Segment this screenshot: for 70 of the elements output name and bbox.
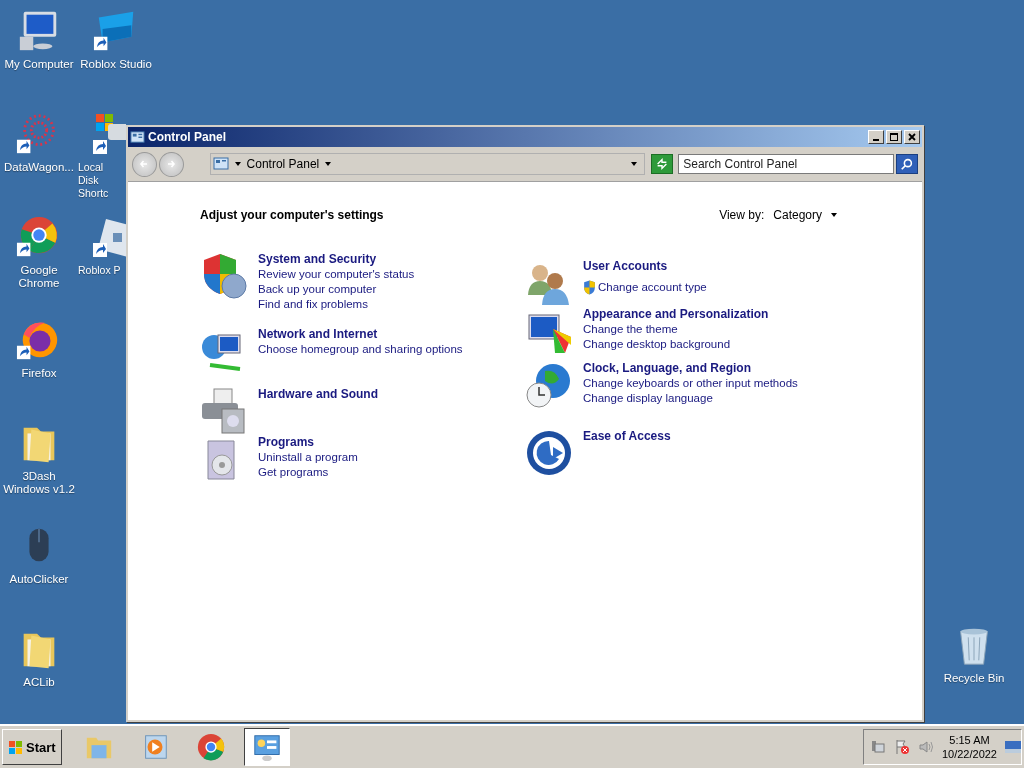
task-link[interactable]: Review your computer's status xyxy=(258,267,415,282)
task-link[interactable]: Find and fix problems xyxy=(258,297,368,312)
category-link[interactable]: Clock, Language, and Region xyxy=(583,361,798,376)
desktop-icon-label: Roblox Studio xyxy=(80,58,152,71)
search-button[interactable] xyxy=(896,154,918,174)
search-icon xyxy=(900,157,915,171)
caret-icon[interactable] xyxy=(233,160,242,168)
page-heading: Adjust your computer's settings xyxy=(200,208,384,222)
category-link[interactable]: Hardware and Sound xyxy=(258,387,379,402)
desktop-icon-label: Roblox P xyxy=(78,264,121,277)
globe-clock-icon[interactable] xyxy=(525,361,573,409)
search-field[interactable]: Search Control Panel xyxy=(678,154,895,174)
category-link[interactable]: Ease of Access xyxy=(583,429,671,444)
breadcrumb[interactable]: Control Panel xyxy=(246,157,320,171)
minimize-icon xyxy=(873,139,879,141)
task-link[interactable]: Change account type xyxy=(583,280,707,295)
back-button[interactable] xyxy=(132,151,157,177)
refresh-button[interactable] xyxy=(651,154,674,174)
task-link[interactable]: Change keyboards or other input methods xyxy=(583,376,798,391)
maximize-button[interactable] xyxy=(886,130,902,144)
address-bar[interactable]: Control Panel xyxy=(209,153,646,175)
task-link[interactable]: Uninstall a program xyxy=(258,450,358,465)
refresh-icon xyxy=(655,157,670,171)
printer-icon[interactable] xyxy=(200,387,248,435)
caret-icon xyxy=(830,211,838,219)
desktop-icon-label: My Computer xyxy=(4,58,74,71)
start-button[interactable]: Start xyxy=(2,729,62,765)
flag-icon[interactable] xyxy=(893,739,910,755)
maximize-icon xyxy=(889,132,899,142)
desktop-icon-label: DataWagon... xyxy=(4,161,74,174)
close-icon xyxy=(907,132,917,142)
desktop-icon-label: Recycle Bin xyxy=(943,672,1005,685)
desktop-icon-label: AutoClicker xyxy=(9,573,69,586)
clock-time[interactable]: 5:15 AM xyxy=(949,733,990,747)
desktop-icon-label: 3Dash Windows v1.2 xyxy=(2,470,76,496)
control-panel-icon xyxy=(130,129,145,145)
window-title: Control Panel xyxy=(148,130,226,144)
caret-icon[interactable] xyxy=(324,160,333,168)
network-icon[interactable] xyxy=(869,739,886,755)
category-link[interactable]: User Accounts xyxy=(583,259,707,274)
chrome-logo-icon xyxy=(195,732,226,762)
taskbar-button[interactable] xyxy=(243,728,290,766)
task-link[interactable]: Change desktop background xyxy=(583,337,731,352)
desktop-icon-label: ACLib xyxy=(23,676,55,689)
category-link[interactable]: Programs xyxy=(258,435,358,450)
clock-date[interactable]: 10/22/2022 xyxy=(941,747,997,761)
task-link[interactable]: Choose homegroup and sharing options xyxy=(258,342,463,357)
category-link[interactable]: Network and Internet xyxy=(258,327,463,342)
desktop-icon-label: Firefox xyxy=(21,367,57,380)
ease-of-access-icon[interactable] xyxy=(525,429,573,477)
forward-button[interactable] xyxy=(158,151,184,177)
task-link[interactable]: Change the theme xyxy=(583,322,678,337)
desktop-icon-label: Local Disk Shortc xyxy=(78,161,110,200)
close-button[interactable] xyxy=(904,130,920,144)
control-panel-icon xyxy=(212,156,229,172)
task-link[interactable]: Get programs xyxy=(258,465,329,480)
control-panel-icon xyxy=(251,732,282,762)
forward-arrow-icon xyxy=(165,158,178,170)
view-by-dropdown[interactable]: Category xyxy=(773,208,838,222)
shield-icon xyxy=(583,280,596,295)
category-link[interactable]: System and Security xyxy=(258,252,415,267)
show-desktop-icon[interactable] xyxy=(1005,741,1021,753)
start-logo-icon xyxy=(8,739,24,755)
category-link[interactable]: Appearance and Personalization xyxy=(583,307,769,322)
view-by-label: View by: xyxy=(719,208,765,222)
minimize-button[interactable] xyxy=(868,130,884,144)
desktop-icon-label: Google Chrome xyxy=(17,264,61,290)
task-link[interactable]: Change display language xyxy=(583,391,713,406)
caret-icon[interactable] xyxy=(630,160,639,168)
task-link[interactable]: Back up your computer xyxy=(258,282,377,297)
